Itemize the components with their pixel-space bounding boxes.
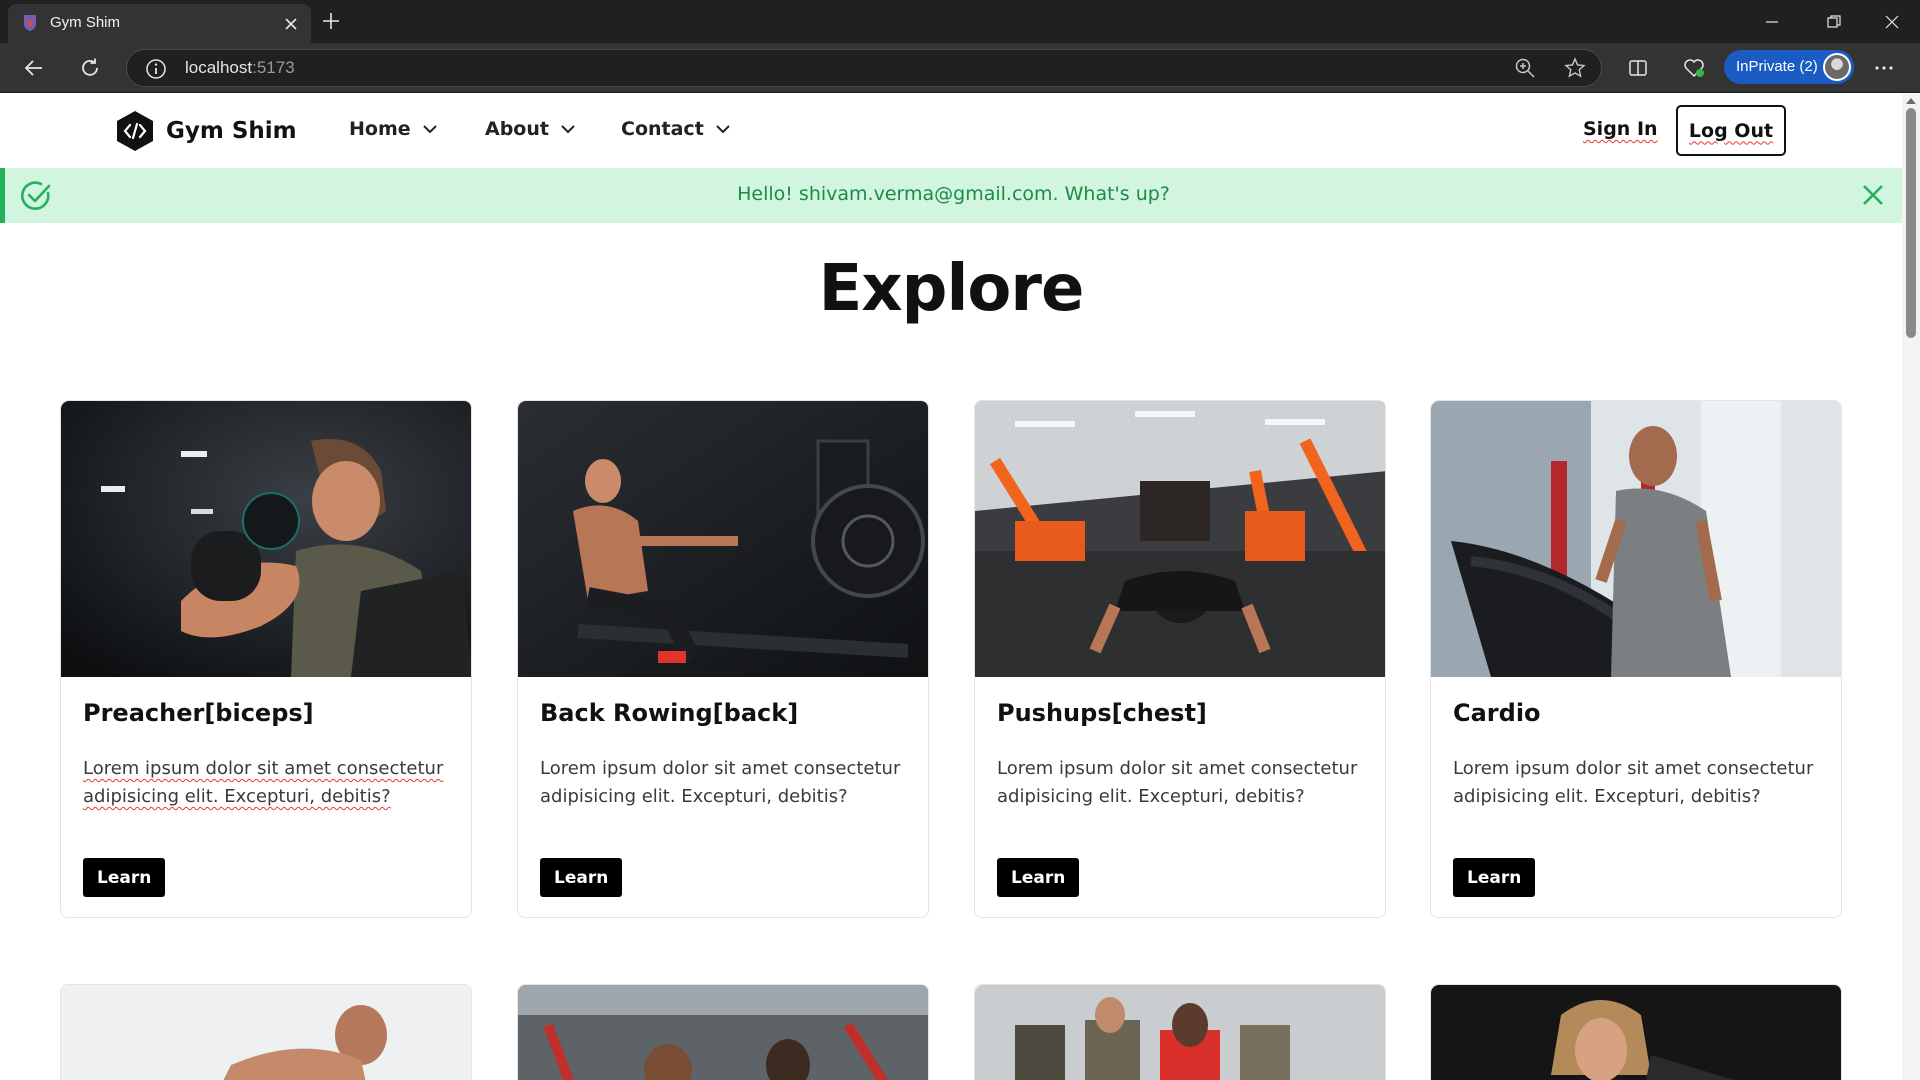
card-description: Lorem ipsum dolor sit amet consectetur a… <box>997 758 1358 807</box>
new-tab-icon[interactable] <box>318 8 344 34</box>
learn-button[interactable]: Learn <box>997 858 1080 897</box>
exercise-card: Cardio Lorem ipsum dolor sit amet consec… <box>1430 400 1842 918</box>
address-bar[interactable]: localhost:5173 <box>126 49 1602 87</box>
url-text: localhost:5173 <box>185 58 295 77</box>
log-out-label: Log Out <box>1688 119 1774 142</box>
brand-name: Gym Shim <box>166 118 297 144</box>
browser-essentials-icon[interactable] <box>1676 50 1712 86</box>
alert-message: Hello! shivam.verma@gmail.com. What's up… <box>737 183 1170 205</box>
scrollbar-thumb[interactable] <box>1906 108 1916 338</box>
card-image-cardio <box>1431 401 1841 677</box>
back-icon[interactable] <box>16 50 52 86</box>
profile-avatar <box>1823 53 1851 81</box>
page-scrollbar[interactable] <box>1902 94 1920 1080</box>
card-image <box>518 985 928 1080</box>
nav-item-label: Home <box>349 118 411 140</box>
card-description: Lorem ipsum dolor sit amet consectetur a… <box>1453 758 1814 807</box>
minimize-icon[interactable] <box>1744 0 1800 43</box>
nav-item-label: About <box>485 118 549 140</box>
close-tab-icon[interactable] <box>279 12 303 36</box>
success-alert: Hello! shivam.verma@gmail.com. What's up… <box>0 168 1902 223</box>
brand-logo[interactable]: Gym Shim <box>116 110 297 152</box>
card-description: Lorem ipsum dolor sit amet consectetur a… <box>540 758 901 807</box>
nav-item-about[interactable]: About <box>485 118 575 140</box>
card-image-rowing <box>518 401 928 677</box>
card-title: Cardio <box>1453 699 1541 727</box>
more-options-icon[interactable] <box>1866 50 1902 86</box>
card-description: Lorem ipsum dolor sit amet consectetur a… <box>83 758 444 807</box>
nav-item-contact[interactable]: Contact <box>621 118 730 140</box>
refresh-icon[interactable] <box>72 50 108 86</box>
nav-item-home[interactable]: Home <box>349 118 437 140</box>
card-image <box>975 985 1385 1080</box>
page-title: Explore <box>818 252 1085 326</box>
exercise-card <box>1430 984 1842 1080</box>
card-image <box>61 985 471 1080</box>
browser-tab-strip: Gym Shim <box>0 0 1920 43</box>
chevron-down-icon <box>561 124 575 133</box>
learn-button[interactable]: Learn <box>540 858 623 897</box>
card-image-biceps <box>61 401 471 677</box>
tab-title: Gym Shim <box>50 14 121 31</box>
close-window-icon[interactable] <box>1864 0 1920 43</box>
inprivate-button[interactable]: InPrivate (2) <box>1724 50 1854 84</box>
restore-icon[interactable] <box>1806 0 1862 43</box>
site-info-icon[interactable] <box>145 58 167 80</box>
card-title: Preacher[biceps] <box>83 699 314 727</box>
sign-in-link[interactable]: Sign In <box>1583 118 1658 140</box>
card-image <box>1431 985 1841 1080</box>
exercise-card: Pushups[chest] Lorem ipsum dolor sit ame… <box>974 400 1386 918</box>
page-viewport: Gym Shim Home About Contact Sign In Log … <box>0 94 1920 1080</box>
card-title: Back Rowing[back] <box>540 699 799 727</box>
zoom-icon[interactable] <box>1507 50 1543 86</box>
exercise-card <box>974 984 1386 1080</box>
learn-button[interactable]: Learn <box>83 858 166 897</box>
chevron-down-icon <box>716 124 730 133</box>
browser-toolbar: localhost:5173 InPrivate (2) <box>0 43 1920 93</box>
browser-tab[interactable]: Gym Shim <box>8 4 311 43</box>
exercise-card: Back Rowing[back] Lorem ipsum dolor sit … <box>517 400 929 918</box>
card-image-pushups <box>975 401 1385 677</box>
favorite-star-icon[interactable] <box>1557 50 1593 86</box>
split-screen-icon[interactable] <box>1620 50 1656 86</box>
nav-item-label: Contact <box>621 118 704 140</box>
card-title: Pushups[chest] <box>997 699 1207 727</box>
log-out-button[interactable]: Log Out <box>1676 105 1786 156</box>
inprivate-label: InPrivate (2) <box>1736 58 1818 75</box>
scroll-up-arrow-icon[interactable] <box>1906 98 1916 104</box>
exercise-card <box>60 984 472 1080</box>
favicon-icon <box>24 15 36 31</box>
chevron-down-icon <box>422 124 437 133</box>
learn-button[interactable]: Learn <box>1453 858 1536 897</box>
exercise-card <box>517 984 929 1080</box>
code-logo-icon <box>117 111 153 151</box>
close-icon[interactable] <box>1858 180 1888 210</box>
exercise-card: Preacher[biceps] Lorem ipsum dolor sit a… <box>60 400 472 918</box>
site-navbar: Gym Shim Home About Contact Sign In Log … <box>0 94 1902 168</box>
